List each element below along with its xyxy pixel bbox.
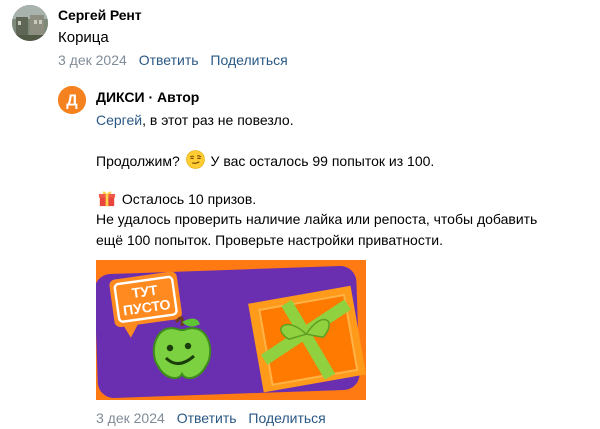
comment-reply-button[interactable]: Ответить [139,52,199,68]
reply-line-1: Сергей, в этот раз не повезло. [96,111,596,130]
dixy-logo-icon: Д [58,86,86,114]
reply-line-5: ещё 100 попыток. Проверьте настройки при… [96,232,443,248]
reply-line-3: Осталось 10 призов. [96,189,596,209]
comment-text: Корица [58,29,109,46]
promo-image-graphic: ТУТ ПУСТО [94,260,367,400]
reply-date[interactable]: 3 дек 2024 [96,410,165,426]
comment-meta: 3 дек 2024 Ответить Поделиться [58,52,296,68]
reply-line-2: Продолжим? У вас осталось 99 попыток из … [96,150,596,171]
reply-line-2-b: У вас осталось 99 попыток из 100. [210,153,435,169]
comment-date[interactable]: 3 дек 2024 [58,52,127,68]
dixy-logo-letter: Д [66,93,78,110]
dixy-avatar[interactable]: Д [58,86,86,114]
reply-header: ДИКСИ · Автор [96,89,199,105]
reply-share-button[interactable]: Поделиться [248,410,325,426]
gift-emoji-icon [98,191,116,207]
reply-author[interactable]: ДИКСИ [96,89,145,105]
comment-author[interactable]: Сергей Рент [58,7,142,23]
reply-meta: 3 дек 2024 Ответить Поделиться [96,410,334,426]
reply-author-role: Автор [157,89,200,105]
reply-line-3-text: Осталось 10 призов. [121,191,257,207]
promo-image[interactable]: ТУТ ПУСТО [94,260,367,400]
commenter-avatar-photo [12,5,48,41]
reply-author-separator: · [144,89,158,105]
reply-line-2-a: Продолжим? [96,153,180,169]
gift-box [248,285,367,393]
comment-share-button[interactable]: Поделиться [210,52,287,68]
commenter-avatar[interactable] [12,5,48,41]
reply-reply-button[interactable]: Ответить [177,410,237,426]
reply-line-1-rest: , в этот раз не повезло. [142,112,294,128]
reply-line-4: Не удалось проверить наличие лайка или р… [96,211,538,227]
smirk-emoji-icon [185,150,205,169]
reply-mention[interactable]: Сергей [96,112,142,128]
